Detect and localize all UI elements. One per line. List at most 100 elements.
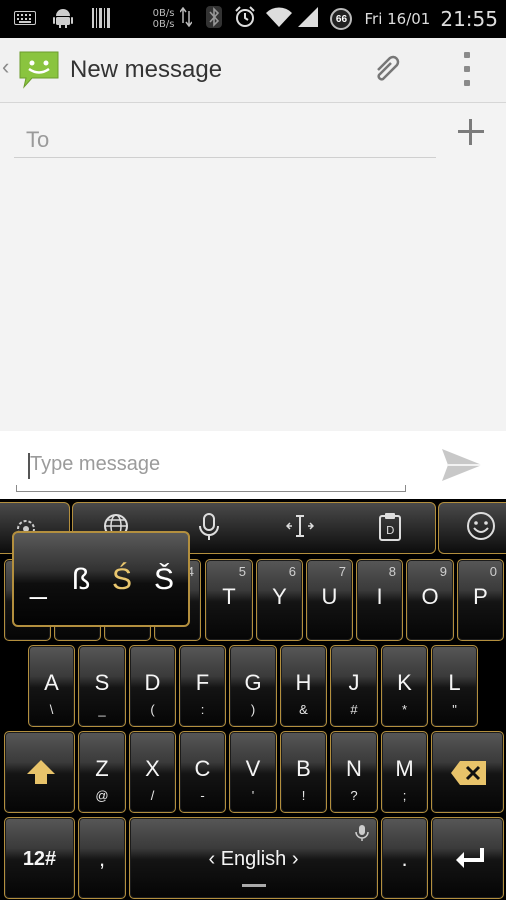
key-y[interactable]: 6Y: [256, 559, 303, 641]
key-label: G: [244, 670, 262, 695]
key-z[interactable]: Z @: [78, 731, 126, 813]
key-sub-label: _: [98, 702, 106, 717]
data-arrows-icon: [179, 6, 194, 32]
key-sub-label: :: [200, 702, 205, 717]
symbols-key[interactable]: 12#: [4, 817, 75, 899]
shift-icon: [27, 760, 55, 784]
barcode-icon: [90, 8, 112, 28]
key-sub-label: /: [150, 788, 155, 803]
message-input[interactable]: Type message: [16, 445, 406, 492]
page-title: New message: [70, 56, 223, 83]
key-b[interactable]: B!: [280, 731, 327, 813]
messaging-app-icon[interactable]: [18, 50, 60, 89]
key-label: M: [395, 756, 414, 781]
net-up-speed: 0B/s: [152, 8, 175, 19]
recipient-label: To: [26, 127, 50, 152]
key-label: X: [145, 756, 160, 781]
send-icon[interactable]: [440, 445, 484, 485]
accent-option[interactable]: Ś: [112, 563, 132, 597]
key-s[interactable]: S _: [78, 645, 126, 727]
key-j[interactable]: J #: [330, 645, 378, 727]
key-label: F: [195, 670, 210, 695]
attach-icon[interactable]: [370, 52, 406, 88]
back-chevron-icon[interactable]: ‹: [2, 56, 9, 78]
key-n[interactable]: N?: [330, 731, 378, 813]
key-i[interactable]: 8I: [356, 559, 403, 641]
key-sub-label: !: [301, 788, 306, 803]
key-v[interactable]: V ': [229, 731, 277, 813]
accent-option[interactable]: _: [30, 567, 47, 601]
key-x[interactable]: X /: [129, 731, 176, 813]
network-speed: 0B/s 0B/s: [153, 8, 175, 30]
shift-key[interactable]: [4, 731, 75, 813]
key-label: ,: [98, 846, 106, 871]
message-bar: Type message: [0, 431, 506, 499]
keyboard-icon: [14, 8, 36, 28]
key-sub-label: @: [95, 788, 109, 803]
key-sub-label: &: [299, 702, 308, 717]
key-label: L: [448, 670, 461, 695]
key-f[interactable]: F:: [179, 645, 226, 727]
key-label: V: [245, 756, 261, 781]
key-label: B: [296, 756, 311, 781]
clipboard-icon[interactable]: D: [378, 513, 402, 546]
battery-level: 66: [335, 13, 348, 25]
key-sub-label: ': [251, 788, 255, 803]
key-number: 6: [288, 564, 296, 579]
key-number: 7: [338, 564, 346, 579]
key-label: P: [473, 584, 488, 609]
key-g[interactable]: G): [229, 645, 277, 727]
key-a[interactable]: A \: [28, 645, 75, 727]
enter-icon: [456, 848, 484, 868]
key-label: 12#: [22, 848, 57, 870]
key-label: A: [44, 670, 59, 695]
key-c[interactable]: C-: [179, 731, 226, 813]
net-down-speed: 0B/s: [152, 19, 175, 30]
key-label: S: [94, 670, 110, 695]
enter-key[interactable]: [431, 817, 504, 899]
svg-text:D: D: [386, 524, 394, 537]
key-t[interactable]: 5T: [205, 559, 253, 641]
alarm-icon: [234, 5, 256, 33]
compose-area: To: [0, 103, 506, 431]
key-u[interactable]: 7U: [306, 559, 353, 641]
key-sub-label: #: [350, 702, 358, 717]
key-sub-label: ?: [350, 788, 358, 803]
accent-option[interactable]: ß: [72, 563, 90, 597]
key-label: H: [295, 670, 312, 695]
language-label: ‹ English ›: [208, 848, 299, 870]
cursor-move-icon[interactable]: [285, 514, 315, 543]
recipient-field[interactable]: To: [14, 123, 436, 158]
key-k[interactable]: K *: [381, 645, 428, 727]
key-label: U: [321, 584, 338, 609]
action-bar: ‹ New message: [0, 38, 506, 103]
space-key[interactable]: ‹ English ›: [129, 817, 378, 899]
period-key[interactable]: .: [381, 817, 428, 899]
overflow-menu-icon[interactable]: [460, 52, 474, 86]
key-sub-label: \: [49, 702, 54, 717]
battery-icon: 66: [330, 8, 353, 30]
key-h[interactable]: H &: [280, 645, 327, 727]
key-sub-label: (: [150, 702, 155, 717]
key-number: 0: [489, 564, 497, 579]
add-recipient-icon[interactable]: [456, 117, 486, 147]
bluetooth-icon: [206, 5, 223, 33]
key-l[interactable]: L ": [431, 645, 478, 727]
key-label: C: [194, 756, 211, 781]
smiley-icon[interactable]: [466, 511, 496, 546]
key-sub-label: -: [200, 788, 205, 803]
key-p[interactable]: 0P: [457, 559, 504, 641]
comma-key[interactable]: ,: [78, 817, 126, 899]
key-sub-label: ): [250, 702, 256, 717]
signal-icon: [298, 6, 319, 32]
backspace-key[interactable]: [431, 731, 504, 813]
microphone-icon[interactable]: [198, 513, 220, 546]
key-sub-label: ": [452, 702, 457, 717]
key-d[interactable]: D(: [129, 645, 176, 727]
microphone-icon: [355, 825, 369, 841]
key-m[interactable]: M;: [381, 731, 428, 813]
accent-option[interactable]: Š: [154, 563, 174, 597]
status-time: 21:55: [440, 7, 498, 31]
key-sub-label: ;: [402, 788, 407, 803]
key-o[interactable]: 9O: [406, 559, 454, 641]
